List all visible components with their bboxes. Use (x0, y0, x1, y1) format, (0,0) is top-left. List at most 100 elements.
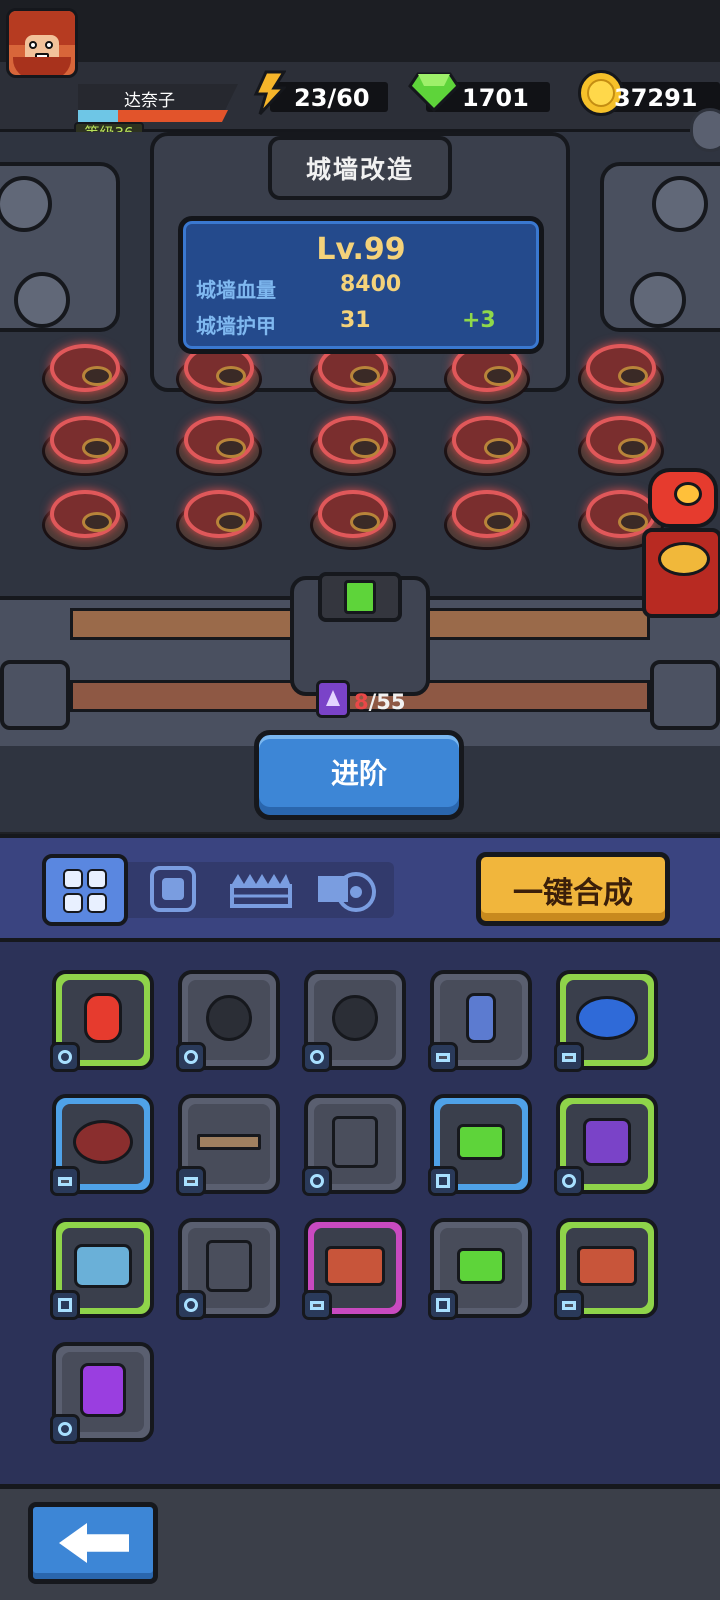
left-wall-block (0, 660, 70, 730)
orange-crystal-module-icon (74, 1244, 132, 1288)
green-module-icon (457, 1248, 505, 1284)
red-twin-launcher-icon (332, 1116, 378, 1168)
cannon-type-icon (176, 1290, 206, 1320)
core-chip-icon (150, 866, 196, 912)
inventory-item-spiked-ball-tower[interactable] (302, 970, 406, 1072)
wall-level: Lv.99 (316, 232, 406, 267)
wall-armor-label: 城墙护甲 (196, 314, 276, 338)
defense-pad (444, 412, 530, 476)
advance-button-label: 进阶 (330, 757, 387, 790)
wall-type-icon (50, 1166, 80, 1196)
defense-pad (42, 340, 128, 404)
back-arrow-icon (59, 1523, 129, 1563)
lightning-icon (253, 70, 286, 116)
defense-pad (578, 340, 664, 404)
wall-hp-label: 城墙血量 (196, 278, 276, 302)
cannon-type-icon (50, 1414, 80, 1444)
defense-pad (310, 412, 396, 476)
inventory-item-red-twin-launcher[interactable] (302, 1094, 406, 1196)
defense-pad (444, 486, 530, 550)
inventory-item-blue-shield-disc[interactable] (554, 970, 658, 1072)
inventory-item-red-pad[interactable] (50, 1094, 154, 1196)
wall-type-icon (554, 1042, 584, 1072)
wall-icon (230, 874, 292, 908)
inventory-item-spike-trap[interactable] (554, 1218, 658, 1320)
wall-type-icon (176, 1166, 206, 1196)
material-have: 8 (354, 690, 369, 714)
gear-icon (14, 272, 70, 328)
defense-pad (176, 486, 262, 550)
tab-core[interactable] (130, 854, 216, 926)
spike-trap-icon (325, 1246, 385, 1286)
wall-type-icon (428, 1042, 458, 1072)
tab-all[interactable] (42, 854, 128, 926)
tab-wall[interactable] (218, 854, 304, 926)
one-key-merge-label: 一键合成 (513, 876, 633, 911)
material-count: 8/55 (354, 690, 406, 714)
gear-icon (652, 176, 708, 232)
wall-hp-value: 8400 (340, 272, 402, 297)
defense-pad (42, 486, 128, 550)
inventory-item-boxing-tower[interactable] (50, 970, 154, 1072)
page-title: 城墙改造 (305, 155, 414, 184)
player-xp-bar (78, 110, 228, 122)
spiked-ball-tower-icon (332, 995, 378, 1041)
wall-armor-value: 31 (340, 308, 371, 333)
energy-value: 23/60 (294, 84, 370, 112)
grid-icon (63, 869, 107, 913)
core-type-icon (50, 1290, 80, 1320)
green-module-icon (457, 1124, 505, 1160)
inventory-item-spike-strip[interactable] (176, 1094, 280, 1196)
tesla-tower-icon (466, 993, 496, 1043)
red-pad-icon (73, 1120, 133, 1164)
core-type-icon (428, 1290, 458, 1320)
wall-type-icon (302, 1290, 332, 1320)
cannon-type-icon (554, 1166, 584, 1196)
boxing-tower-icon (84, 993, 122, 1043)
wall-type-icon (554, 1290, 584, 1320)
cannon-type-icon (302, 1166, 332, 1196)
purple-cannon-icon (583, 1118, 631, 1166)
status-bar (0, 0, 720, 62)
inventory-item-spiked-ball-tower[interactable] (176, 970, 280, 1072)
defense-pad (578, 412, 664, 476)
cannon-type-icon (176, 1042, 206, 1072)
purple-reactor-icon (80, 1363, 126, 1417)
spike-trap-icon (577, 1246, 637, 1286)
right-wall-block (650, 660, 720, 730)
inventory-item-green-module[interactable] (428, 1094, 532, 1196)
coin-value: 37291 (614, 84, 698, 112)
spike-strip-icon (197, 1134, 261, 1150)
player-avatar[interactable] (6, 8, 78, 78)
red-tower-base (642, 528, 720, 618)
inventory-item-purple-reactor[interactable] (50, 1342, 154, 1444)
back-button[interactable] (28, 1502, 158, 1584)
inventory-item-green-module[interactable] (428, 1218, 532, 1320)
cannon-icon (318, 872, 376, 912)
cannon-type-icon (302, 1042, 332, 1072)
core-type-icon (428, 1166, 458, 1196)
inventory-item-orange-crystal-module[interactable] (50, 1218, 154, 1320)
tab-cannon[interactable] (306, 854, 392, 926)
wall-armor-bonus: +3 (462, 308, 496, 333)
cannon-type-icon (50, 1042, 80, 1072)
inventory-item-spike-trap[interactable] (302, 1218, 406, 1320)
gem-value: 1701 (462, 84, 529, 112)
red-twin-launcher-icon (206, 1240, 252, 1292)
chat-bubble-button[interactable] (690, 108, 720, 152)
defense-pad (42, 412, 128, 476)
boxing-glove-tower (648, 468, 718, 528)
material-need: /55 (368, 690, 406, 714)
green-gem-icon (408, 72, 460, 112)
defense-pad (176, 412, 262, 476)
player-name: 达奈子 (124, 91, 175, 111)
blue-shield-disc-icon (576, 996, 638, 1040)
core-module (318, 572, 402, 622)
inventory-item-red-twin-launcher[interactable] (176, 1218, 280, 1320)
upgrade-material-icon (316, 680, 350, 718)
spiked-ball-tower-icon (206, 995, 252, 1041)
defense-pad (310, 486, 396, 550)
gear-icon (630, 272, 686, 328)
inventory-item-purple-cannon[interactable] (554, 1094, 658, 1196)
inventory-item-tesla-tower[interactable] (428, 970, 532, 1072)
